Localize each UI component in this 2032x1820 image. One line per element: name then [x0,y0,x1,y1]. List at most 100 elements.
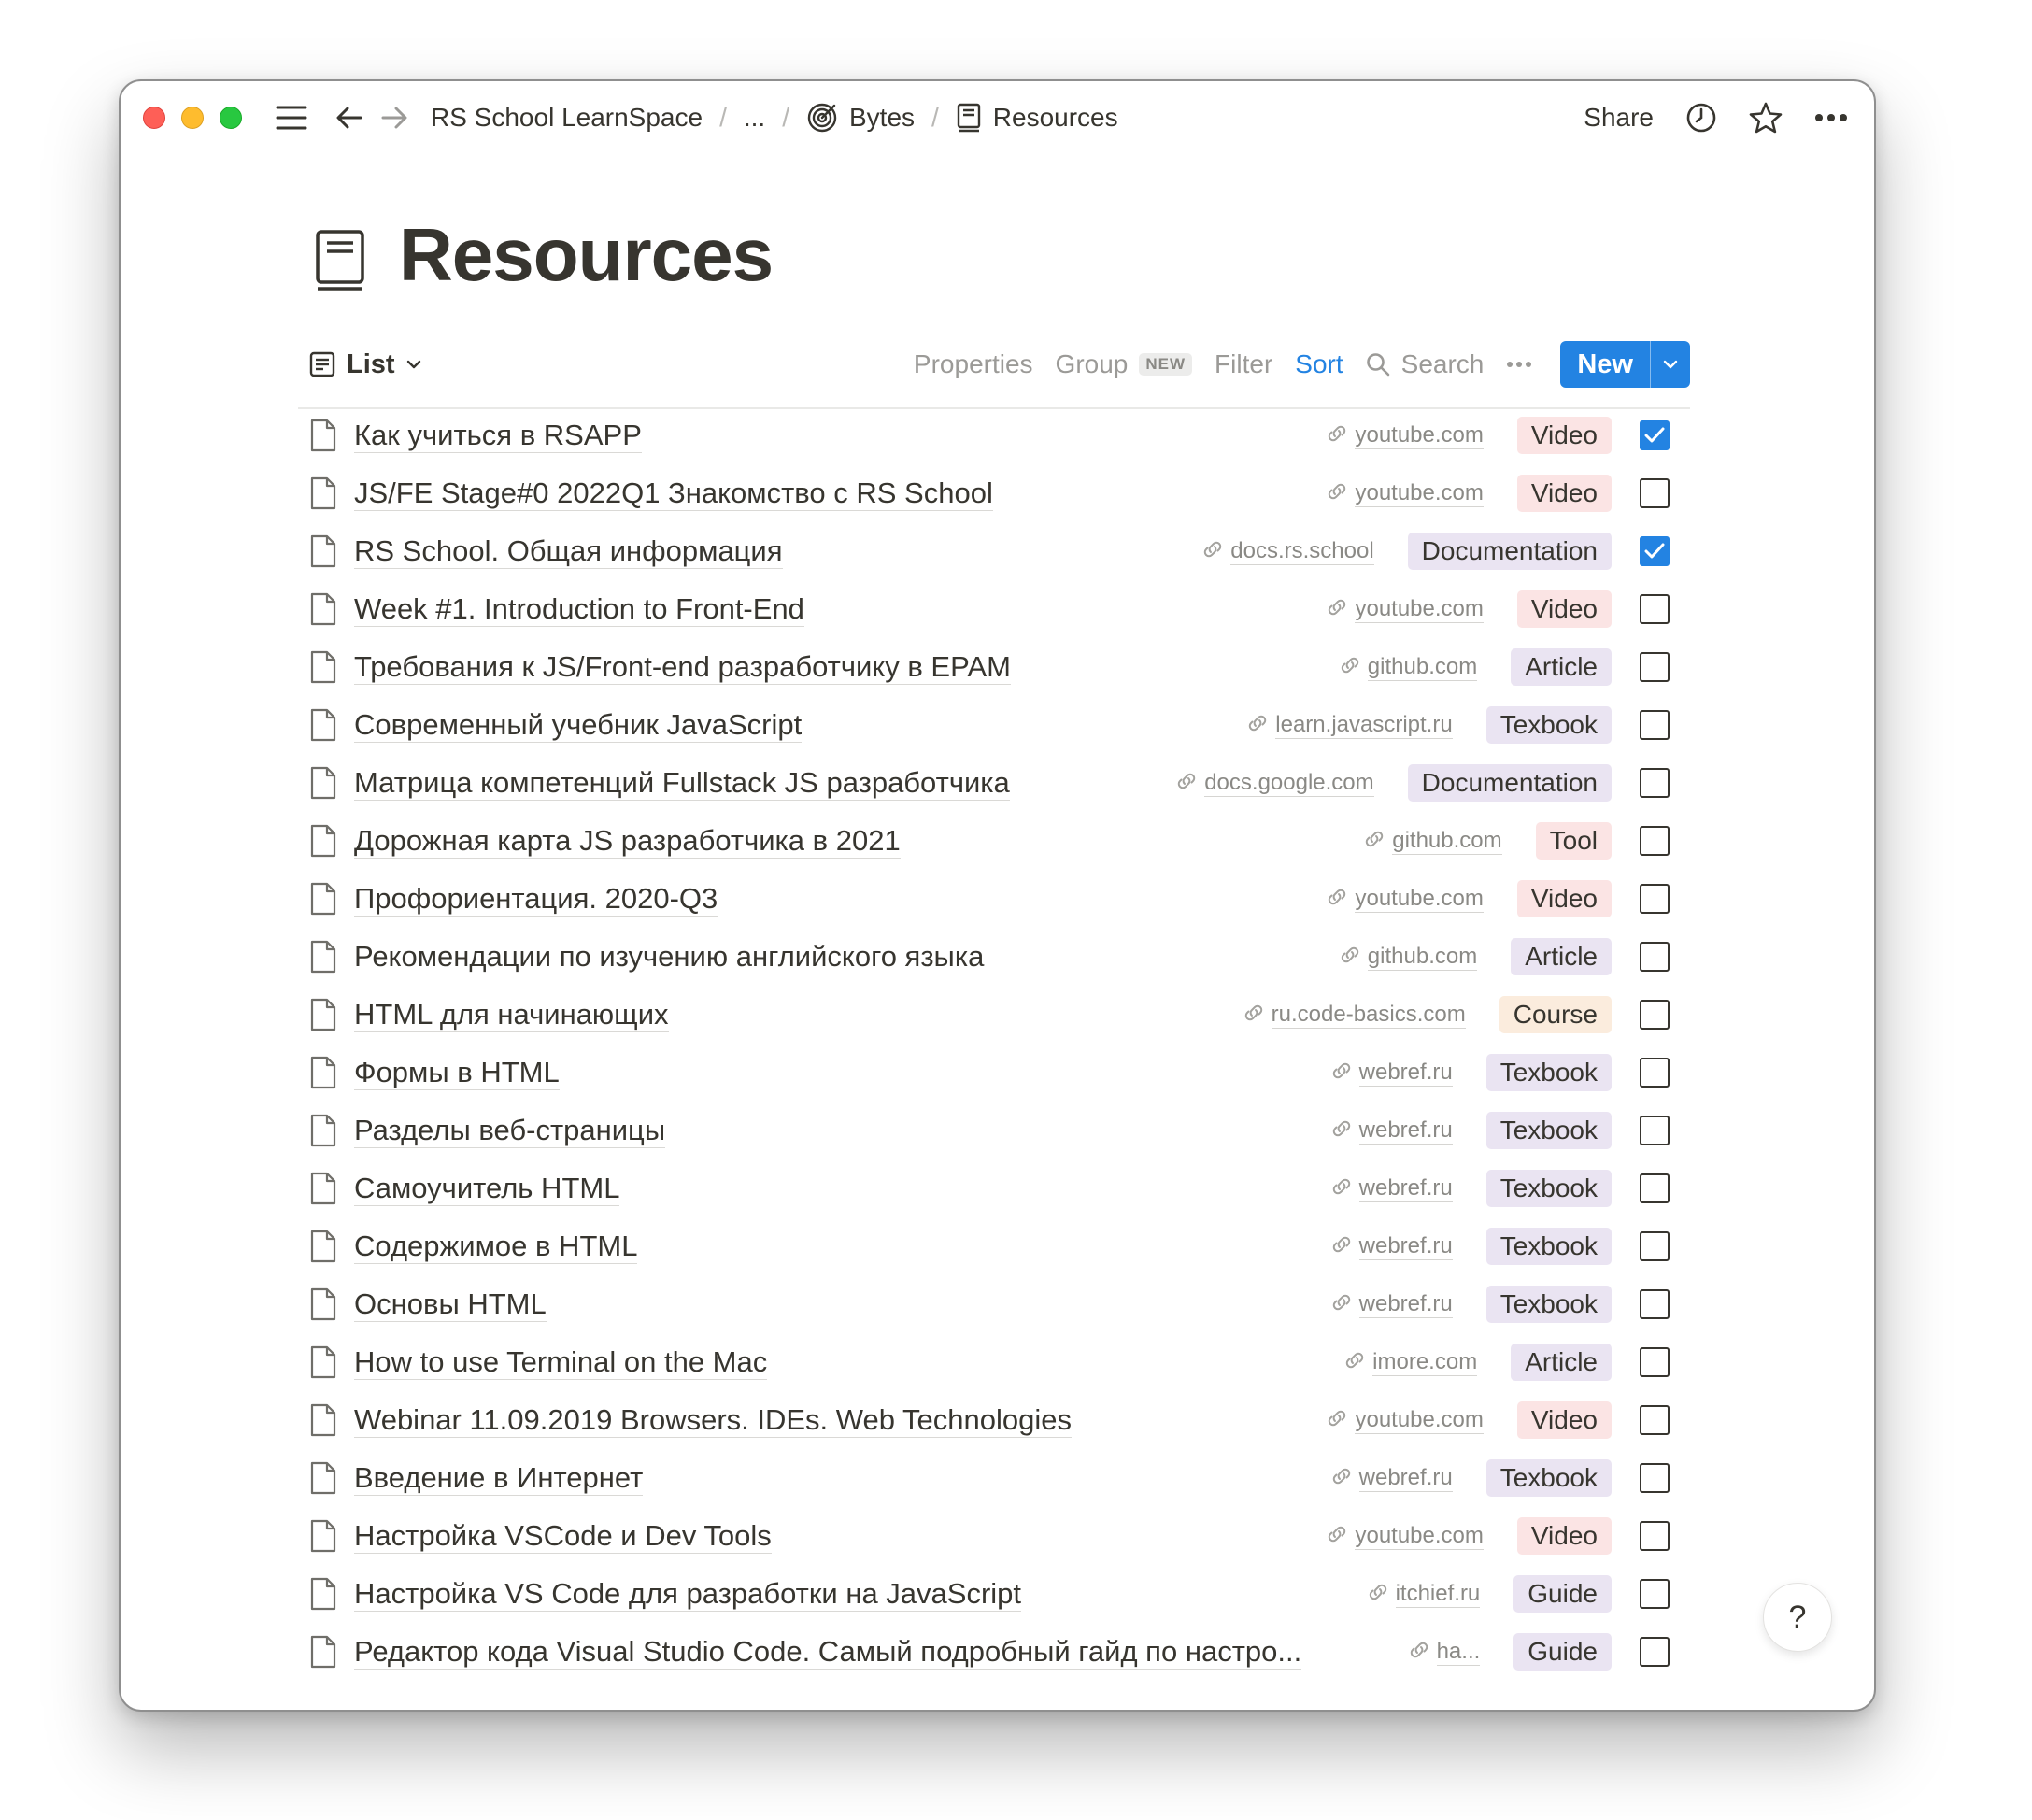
type-tag[interactable]: Texbook [1485,1054,1612,1091]
list-item[interactable]: Настройка VSCode и Dev Tools youtube.com… [298,1507,1690,1565]
done-checkbox[interactable] [1640,536,1670,566]
list-item-title[interactable]: Введение в Интернет [354,1462,644,1496]
list-item[interactable]: RS School. Общая информация docs.rs.scho… [298,522,1690,580]
list-item-title[interactable]: Редактор кода Visual Studio Code. Самый … [354,1636,1302,1670]
list-item-title[interactable]: Современный учебник JavaScript [354,709,803,743]
list-item[interactable]: Введение в Интернет webref.ru Texbook [298,1449,1690,1507]
done-checkbox[interactable] [1640,478,1670,508]
url-property[interactable]: youtube.com [1327,422,1484,449]
list-item[interactable]: Дорожная карта JS разработчика в 2021 gi… [298,812,1690,870]
list-item[interactable]: Настройка VS Code для разработки на Java… [298,1565,1690,1623]
url-property[interactable]: learn.javascript.ru [1247,712,1453,739]
url-property[interactable]: youtube.com [1327,1523,1484,1550]
list-item[interactable]: Современный учебник JavaScript learn.jav… [298,696,1690,754]
done-checkbox[interactable] [1640,594,1670,624]
sort-button[interactable]: Sort [1295,349,1343,379]
url-property[interactable]: youtube.com [1327,596,1484,623]
list-item[interactable]: How to use Terminal on the Mac imore.com… [298,1333,1690,1391]
type-tag[interactable]: Tool [1535,822,1612,860]
done-checkbox[interactable] [1640,420,1670,450]
list-item-title[interactable]: Разделы веб-страницы [354,1115,666,1148]
done-checkbox[interactable] [1640,768,1670,798]
help-button[interactable]: ? [1763,1583,1832,1652]
list-item[interactable]: Матрица компетенций Fullstack JS разрабо… [298,754,1690,812]
list-item-title[interactable]: Формы в HTML [354,1057,560,1090]
list-item-title[interactable]: Требования к JS/Front-end разработчику в… [354,651,1011,685]
list-item-title[interactable]: Профориентация. 2020-Q3 [354,883,718,917]
clock-icon[interactable] [1685,102,1717,134]
breadcrumb-workspace[interactable]: RS School LearnSpace [427,103,706,133]
list-item-title[interactable]: HTML для начинающих [354,999,669,1032]
done-checkbox[interactable] [1640,1347,1670,1377]
new-button-label[interactable]: New [1560,341,1650,388]
properties-button[interactable]: Properties [914,349,1033,379]
type-tag[interactable]: Video [1516,880,1612,917]
page-title[interactable]: Resources [399,212,774,298]
url-property[interactable]: ru.code-basics.com [1243,1002,1466,1029]
done-checkbox[interactable] [1640,1521,1670,1551]
type-tag[interactable]: Texbook [1485,1459,1612,1497]
list-item[interactable]: Рекомендации по изучению английского язы… [298,928,1690,986]
list-item-title[interactable]: Week #1. Introduction to Front-End [354,593,804,627]
list-item-title[interactable]: Настройка VS Code для разработки на Java… [354,1578,1022,1612]
breadcrumb-bytes[interactable]: Bytes [803,102,918,134]
url-property[interactable]: github.com [1340,654,1478,681]
url-property[interactable]: webref.ru [1331,1291,1453,1318]
more-options-icon[interactable] [1814,113,1848,122]
url-property[interactable]: youtube.com [1327,886,1484,913]
page-book-icon[interactable] [312,228,368,298]
type-tag[interactable]: Texbook [1485,706,1612,744]
list-item[interactable]: Содержимое в HTML webref.ru Texbook [298,1217,1690,1275]
type-tag[interactable]: Video [1516,1517,1612,1555]
type-tag[interactable]: Guide [1513,1633,1612,1671]
search-button[interactable]: Search [1366,349,1484,379]
minimize-window-button[interactable] [181,107,204,129]
done-checkbox[interactable] [1640,1637,1670,1667]
type-tag[interactable]: Documentation [1407,533,1612,570]
list-item[interactable]: HTML для начинающих ru.code-basics.com C… [298,986,1690,1044]
breadcrumb-resources[interactable]: Resources [952,103,1122,133]
done-checkbox[interactable] [1640,1231,1670,1261]
list-item[interactable]: Разделы веб-страницы webref.ru Texbook [298,1102,1690,1159]
url-property[interactable]: docs.google.com [1176,770,1374,797]
new-options-chevron-icon[interactable] [1650,341,1690,388]
share-button[interactable]: Share [1584,103,1654,133]
done-checkbox[interactable] [1640,942,1670,972]
list-item[interactable]: Как учиться в RSAPP youtube.com Video [298,406,1690,464]
type-tag[interactable]: Article [1511,1344,1612,1381]
done-checkbox[interactable] [1640,1173,1670,1203]
done-checkbox[interactable] [1640,1000,1670,1030]
list-item[interactable]: Редактор кода Visual Studio Code. Самый … [298,1623,1690,1681]
list-item[interactable]: Week #1. Introduction to Front-End youtu… [298,580,1690,638]
type-tag[interactable]: Guide [1513,1575,1612,1613]
new-button[interactable]: New [1560,341,1690,388]
list-item-title[interactable]: JS/FE Stage#0 2022Q1 Знакомство с RS Sch… [354,477,993,511]
list-item-title[interactable]: Рекомендации по изучению английского язы… [354,941,985,974]
done-checkbox[interactable] [1640,884,1670,914]
breadcrumb-ellipsis[interactable]: ... [740,103,769,133]
list-item-title[interactable]: Матрица компетенций Fullstack JS разрабо… [354,767,1010,801]
url-property[interactable]: webref.ru [1331,1175,1453,1202]
type-tag[interactable]: Texbook [1485,1112,1612,1149]
url-property[interactable]: webref.ru [1331,1233,1453,1260]
type-tag[interactable]: Texbook [1485,1170,1612,1207]
url-property[interactable]: imore.com [1344,1349,1478,1376]
group-button[interactable]: Group NEW [1056,349,1193,379]
zoom-window-button[interactable] [220,107,242,129]
done-checkbox[interactable] [1640,710,1670,740]
list-item-title[interactable]: Webinar 11.09.2019 Browsers. IDEs. Web T… [354,1404,1072,1438]
list-item-title[interactable]: RS School. Общая информация [354,535,783,569]
done-checkbox[interactable] [1640,826,1670,856]
url-property[interactable]: github.com [1364,828,1502,855]
type-tag[interactable]: Texbook [1485,1228,1612,1265]
done-checkbox[interactable] [1640,1289,1670,1319]
done-checkbox[interactable] [1640,1116,1670,1145]
url-property[interactable]: youtube.com [1327,480,1484,507]
back-arrow-icon[interactable] [335,104,363,132]
list-item[interactable]: Требования к JS/Front-end разработчику в… [298,638,1690,696]
view-selector[interactable]: List [309,349,421,380]
list-item-title[interactable]: Дорожная карта JS разработчика в 2021 [354,825,901,859]
url-property[interactable]: youtube.com [1327,1407,1484,1434]
type-tag[interactable]: Article [1511,648,1612,686]
sidebar-menu-icon[interactable] [276,104,307,132]
